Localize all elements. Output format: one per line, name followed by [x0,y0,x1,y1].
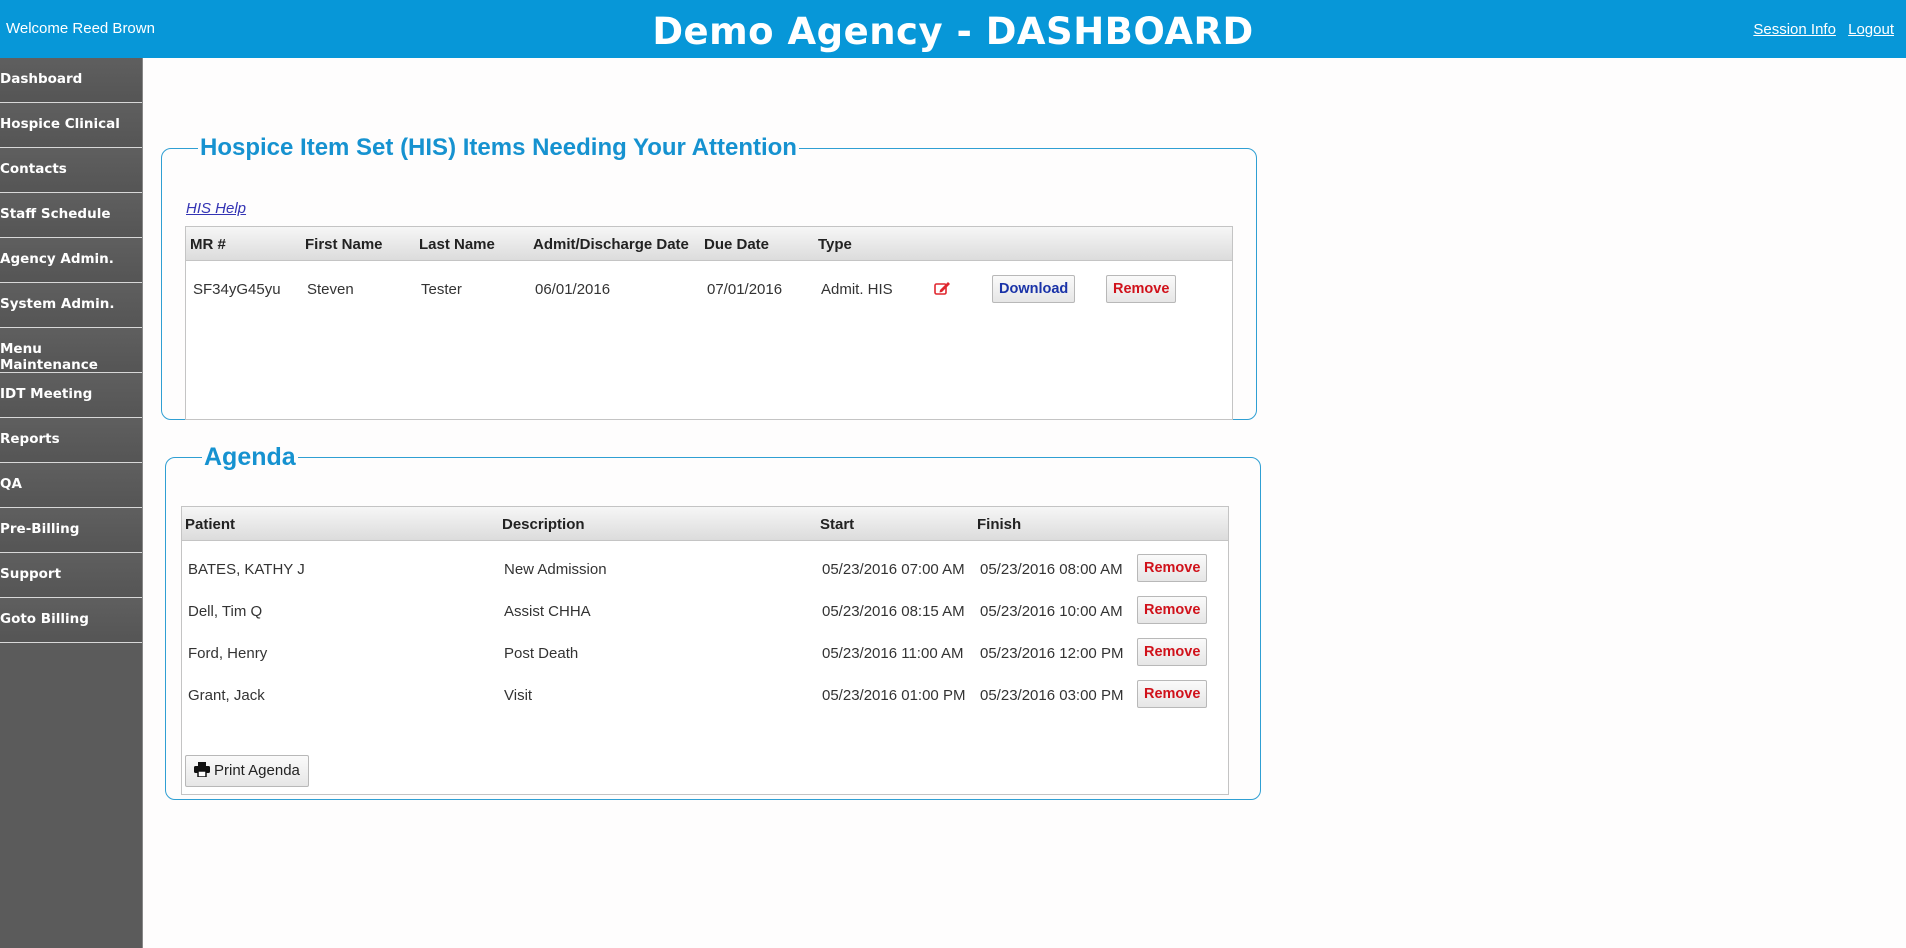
sidebar-item-staff-schedule[interactable]: Staff Schedule [0,193,142,238]
his-panel: Hospice Item Set (HIS) Items Needing You… [161,134,1257,420]
sidebar-item-menu-maintenance[interactable]: Menu Maintenance [0,328,142,373]
sidebar-item-goto-billing[interactable]: Goto Billing [0,598,142,643]
sidebar-item-support[interactable]: Support [0,553,142,598]
print-agenda-label: Print Agenda [214,762,300,779]
agenda-patient: Grant, Jack [188,687,265,704]
sidebar-item-qa[interactable]: QA [0,463,142,508]
agenda-finish: 05/23/2016 12:00 PM [980,645,1124,662]
his-help-link[interactable]: HIS Help [186,200,246,217]
table-row: Grant, Jack Visit 05/23/2016 01:00 PM 05… [182,675,1228,713]
download-button[interactable]: Download [992,275,1076,303]
column-header-patient[interactable]: Patient [185,516,235,533]
remove-agenda-button[interactable]: Remove [1137,680,1208,708]
sidebar-item-idt-meeting[interactable]: IDT Meeting [0,373,142,418]
sidebar-item-agency-admin[interactable]: Agency Admin. [0,238,142,283]
sidebar-item-contacts[interactable]: Contacts [0,148,142,193]
agenda-finish: 05/23/2016 03:00 PM [980,687,1124,704]
agenda-patient: Ford, Henry [188,645,268,662]
column-header-last-name[interactable]: Last Name [419,236,495,253]
column-header-admit-discharge[interactable]: Admit/Discharge Date [533,236,689,253]
his-grid-header: MR # First Name Last Name Admit/Discharg… [186,227,1232,261]
his-admit-date: 06/01/2016 [535,281,611,298]
his-grid: MR # First Name Last Name Admit/Discharg… [185,226,1233,420]
column-header-description[interactable]: Description [502,516,585,533]
session-info-link[interactable]: Session Info [1753,21,1836,38]
table-row: SF34yG45yu Steven Tester 06/01/2016 07/0… [186,269,1232,307]
edit-icon[interactable] [934,281,951,300]
agenda-description: Visit [504,687,533,704]
sidebar-item-system-admin[interactable]: System Admin. [0,283,142,328]
remove-his-button[interactable]: Remove [1106,275,1177,303]
agenda-finish: 05/23/2016 08:00 AM [980,561,1123,578]
column-header-first-name[interactable]: First Name [305,236,383,253]
agenda-panel: Agenda Patient Description Start Finish … [165,443,1261,800]
agenda-start: 05/23/2016 11:00 AM [822,645,964,662]
his-first-name: Steven [307,281,354,298]
top-bar: Welcome Reed Brown Demo Agency - DASHBOA… [0,0,1906,58]
top-links: Session Info Logout [1745,21,1894,38]
his-panel-title: Hospice Item Set (HIS) Items Needing You… [200,134,797,161]
his-last-name: Tester [421,281,462,298]
sidebar-item-dashboard[interactable]: Dashboard [0,58,142,103]
his-type: Admit. HIS [821,281,893,298]
sidebar-item-pre-billing[interactable]: Pre-Billing [0,508,142,553]
agenda-description: Post Death [504,645,579,662]
agenda-description: New Admission [504,561,607,578]
agenda-panel-title: Agenda [204,443,296,471]
table-row: Ford, Henry Post Death 05/23/2016 11:00 … [182,633,1228,671]
column-header-type[interactable]: Type [818,236,852,253]
remove-agenda-button[interactable]: Remove [1137,638,1208,666]
print-agenda-button[interactable]: Print Agenda [185,755,309,787]
remove-agenda-button[interactable]: Remove [1137,596,1208,624]
column-header-start[interactable]: Start [820,516,854,533]
agenda-start: 05/23/2016 01:00 PM [822,687,966,704]
his-due-date: 07/01/2016 [707,281,783,298]
sidebar: Dashboard Hospice Clinical Contacts Staf… [0,58,143,948]
printer-icon [194,762,210,781]
agenda-patient: Dell, Tim Q [188,603,263,620]
agenda-start: 05/23/2016 08:15 AM [822,603,965,620]
table-row: BATES, KATHY J New Admission 05/23/2016 … [182,549,1228,587]
column-header-mr[interactable]: MR # [190,236,226,253]
remove-agenda-button[interactable]: Remove [1137,554,1208,582]
logout-link[interactable]: Logout [1848,21,1894,38]
his-mr: SF34yG45yu [193,281,281,298]
agenda-grid: Patient Description Start Finish BATES, … [181,506,1229,795]
table-row: Dell, Tim Q Assist CHHA 05/23/2016 08:15… [182,591,1228,629]
agenda-finish: 05/23/2016 10:00 AM [980,603,1123,620]
sidebar-item-hospice-clinical[interactable]: Hospice Clinical [0,103,142,148]
page-title: Demo Agency - DASHBOARD [652,10,1254,53]
agenda-description: Assist CHHA [504,603,591,620]
sidebar-item-reports[interactable]: Reports [0,418,142,463]
agenda-grid-header: Patient Description Start Finish [182,507,1228,541]
agenda-start: 05/23/2016 07:00 AM [822,561,965,578]
column-header-due-date[interactable]: Due Date [704,236,769,253]
agenda-patient: BATES, KATHY J [188,561,305,578]
column-header-finish[interactable]: Finish [977,516,1021,533]
